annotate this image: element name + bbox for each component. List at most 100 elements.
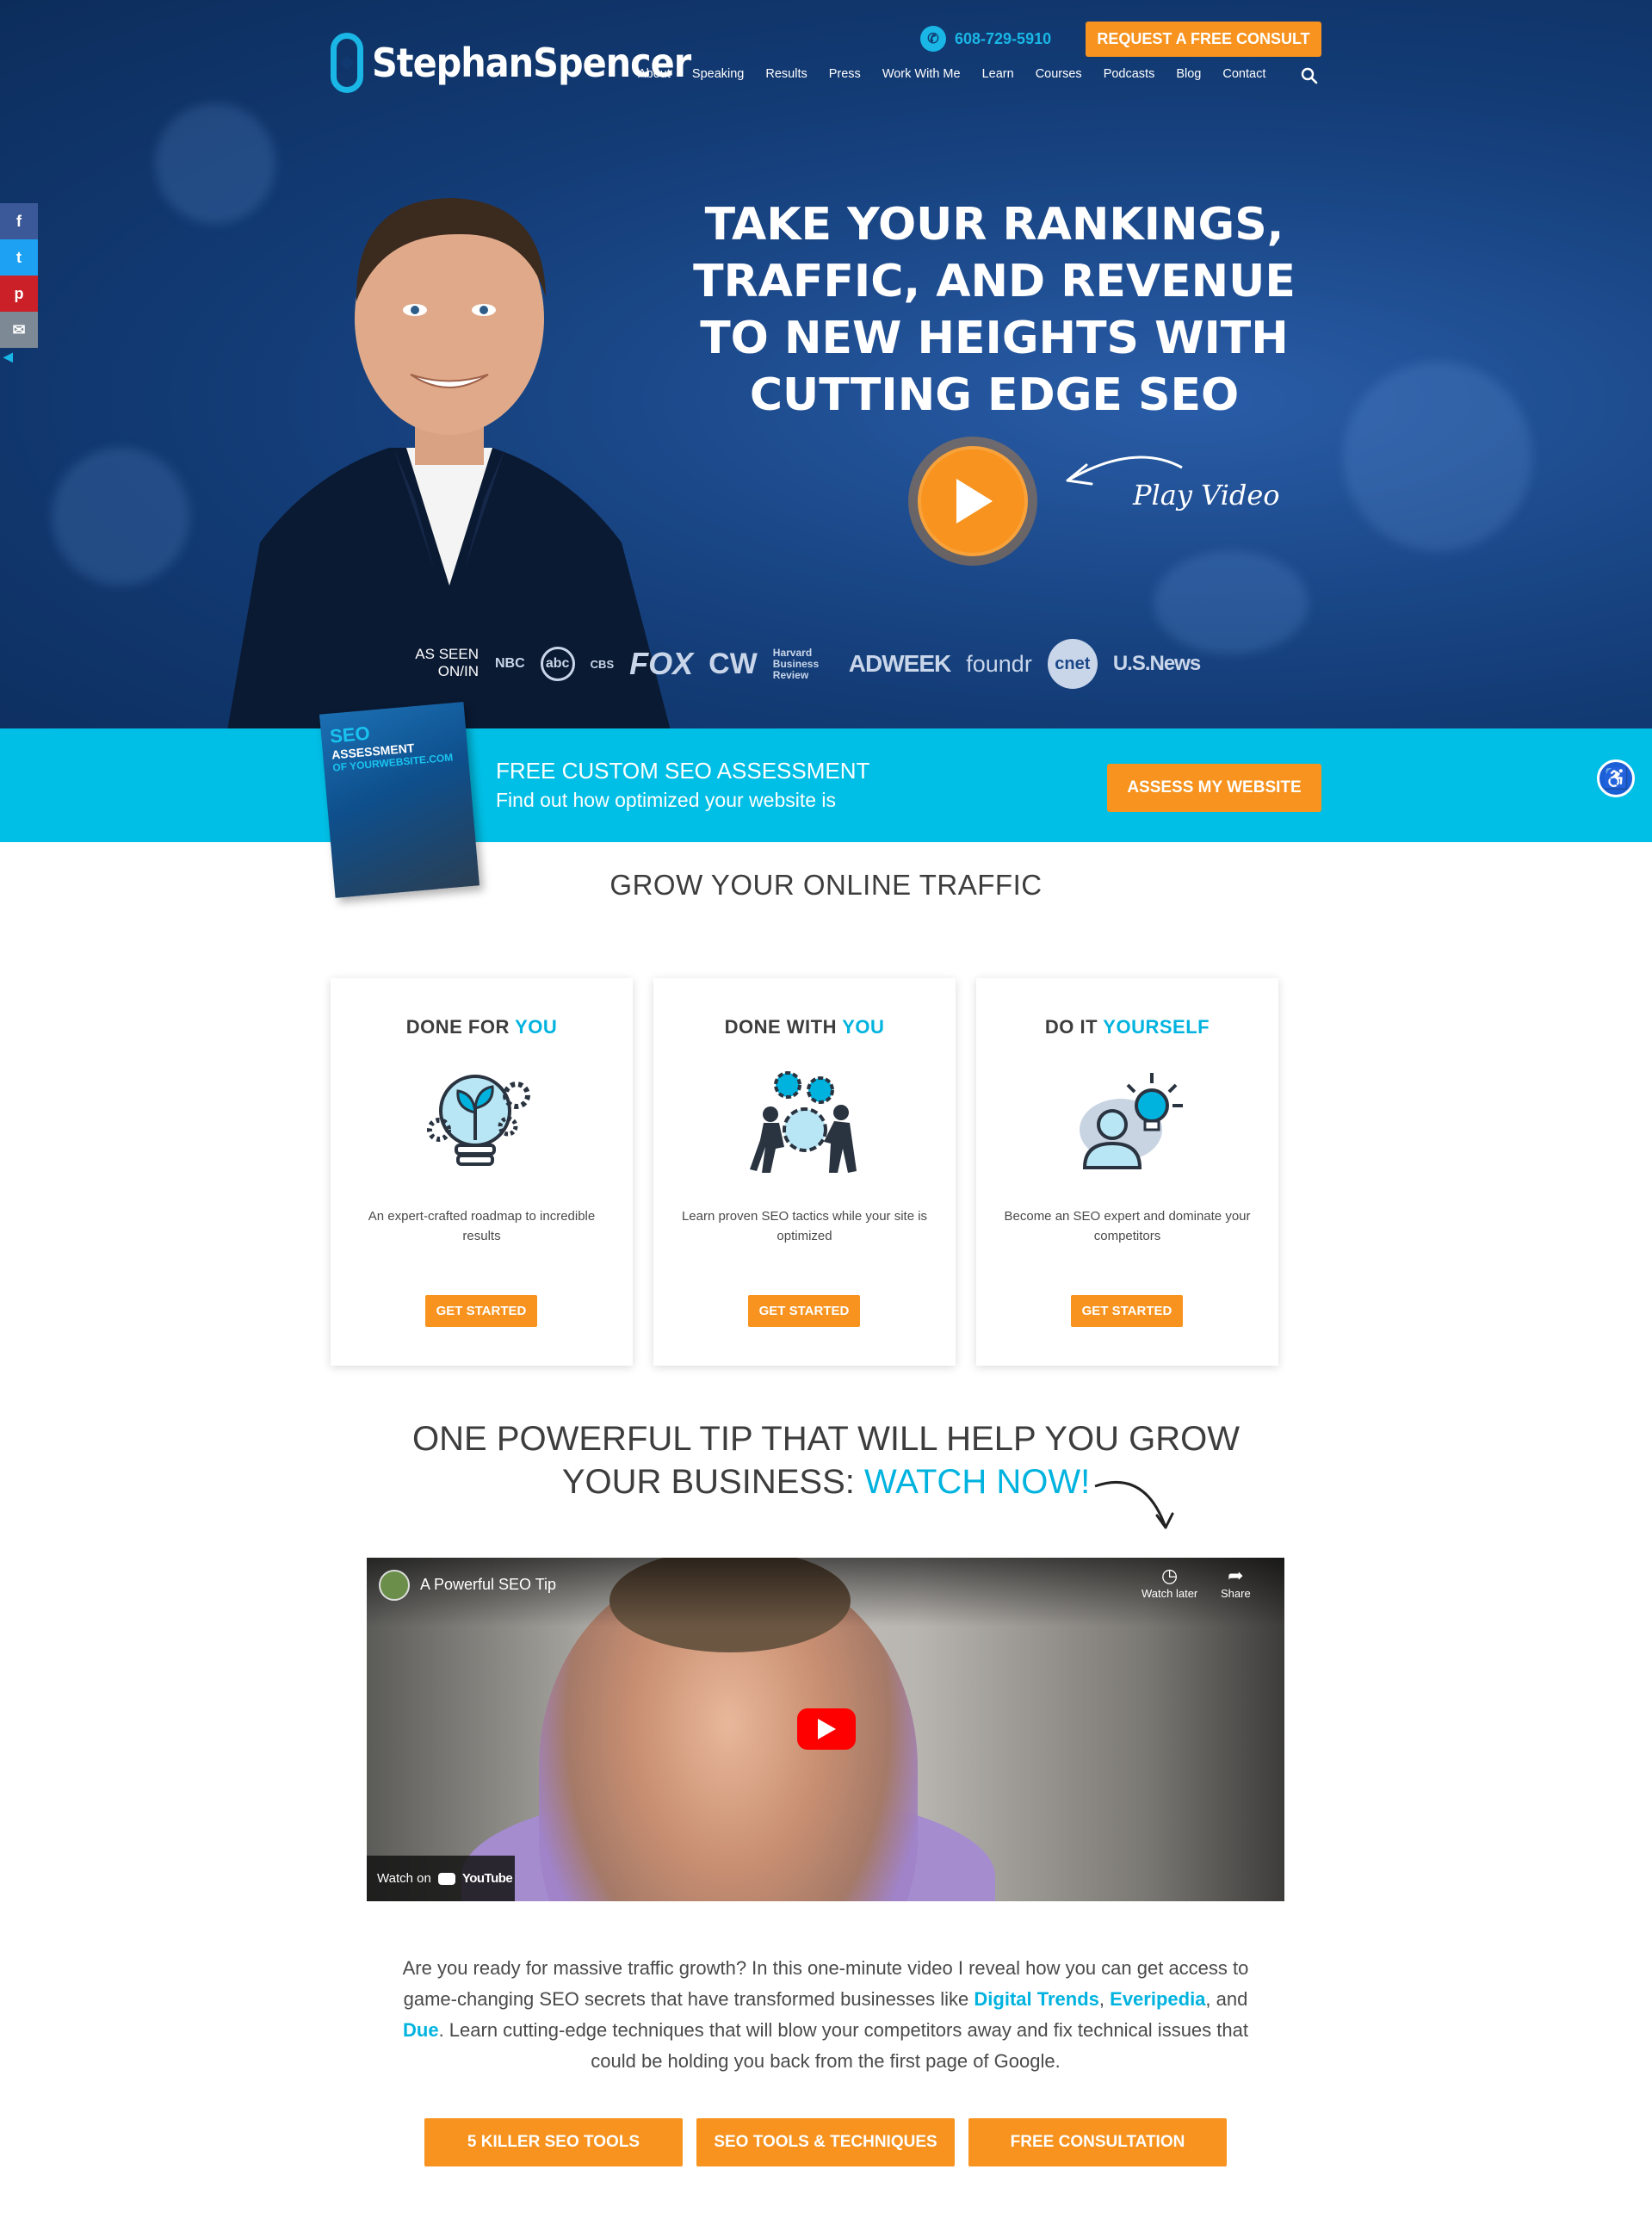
seo-tools-techniques-button[interactable]: SEO TOOLS & TECHNIQUES [696, 2118, 955, 2166]
watch-on-youtube-button[interactable]: Watch on YouTube [367, 1856, 515, 1901]
hbr-logo: Harvard Business Review [772, 646, 820, 681]
nav-item-work-with-me[interactable]: Work With Me [882, 67, 961, 81]
play-icon [956, 479, 993, 524]
main-nav: About Speaking Results Press Work With M… [638, 67, 1287, 81]
hero-play-button[interactable] [908, 437, 1037, 566]
share-control[interactable]: ➦ Share [1221, 1565, 1251, 1600]
get-started-button[interactable]: GET STARTED [425, 1295, 537, 1327]
play-icon [818, 1719, 836, 1739]
lightbulb-plant-icon [426, 1075, 530, 1166]
nav-item-podcasts[interactable]: Podcasts [1104, 67, 1155, 81]
video-description: Are you ready for massive traffic growth… [399, 1953, 1252, 2077]
accessibility-icon[interactable]: ♿ [1597, 759, 1635, 797]
video-title[interactable]: A Powerful SEO Tip [420, 1576, 556, 1594]
nav-item-learn[interactable]: Learn [982, 67, 1014, 81]
abc-logo: abc [540, 647, 575, 681]
nav-item-contact[interactable]: Contact [1222, 67, 1265, 81]
watch-on-label: Watch on [377, 1871, 431, 1886]
hero-section: StephanSpencer ✆ 608-729-5910 REQUEST A … [0, 0, 1652, 728]
card-title: DO IT YOURSELF [976, 1016, 1278, 1038]
tip-line-2: YOUR BUSINESS: WATCH NOW! [0, 1460, 1652, 1503]
youtube-play-button[interactable] [797, 1708, 856, 1750]
request-consult-button[interactable]: REQUEST A FREE CONSULT [1086, 22, 1321, 57]
card-title-highlight: YOU [842, 1016, 885, 1038]
tip-line-1: ONE POWERFUL TIP THAT WILL HELP YOU GROW [412, 1420, 1240, 1458]
person-idea-icon [1079, 1073, 1183, 1169]
link-everipedia[interactable]: Everipedia [1110, 1988, 1205, 2010]
card-do-it-yourself: DO IT YOURSELF Become an SEO expert and … [976, 978, 1278, 1366]
facebook-icon[interactable]: f [0, 203, 38, 239]
description-text: , and [1205, 1988, 1248, 2010]
free-consultation-button[interactable]: FREE CONSULTATION [968, 2118, 1227, 2166]
usnews-logo: U.S.News [1112, 652, 1201, 675]
foundr-logo: foundr [966, 650, 1032, 677]
killer-seo-tools-button[interactable]: 5 KILLER SEO TOOLS [424, 2118, 683, 2166]
search-icon[interactable] [1301, 67, 1318, 84]
link-due[interactable]: Due [403, 2019, 439, 2041]
nav-item-results[interactable]: Results [765, 67, 807, 81]
cnet-logo: cnet [1047, 639, 1098, 689]
get-started-button[interactable]: GET STARTED [748, 1295, 860, 1327]
nav-item-press[interactable]: Press [829, 67, 861, 81]
play-video-label[interactable]: Play Video [1133, 479, 1280, 511]
card-title-highlight: YOU [515, 1016, 558, 1038]
card-description: An expert-crafted roadmap to incredible … [368, 1209, 596, 1243]
nav-item-speaking[interactable]: Speaking [692, 67, 744, 81]
assess-my-website-button[interactable]: ASSESS MY WEBSITE [1107, 764, 1321, 812]
pinterest-icon[interactable]: p [0, 276, 38, 312]
hero-headline: TAKE YOUR RANKINGS, TRAFFIC, AND REVENUE… [693, 199, 1296, 421]
get-started-button[interactable]: GET STARTED [1071, 1295, 1183, 1327]
cw-logo: CW [708, 647, 758, 680]
channel-avatar[interactable] [379, 1570, 410, 1601]
youtube-wordmark: YouTube [461, 1871, 513, 1886]
as-seen-label: AS SEEN ON/IN [415, 646, 479, 679]
card-title: DONE FOR YOU [331, 1016, 633, 1038]
cbs-logo: CBS [590, 657, 615, 671]
team-gears-icon [749, 1071, 857, 1173]
media-logos: NBC abc CBS FOX CW Harvard Business Revi… [495, 639, 1201, 689]
nav-item-courses[interactable]: Courses [1036, 67, 1082, 81]
nbc-logo: NBC [495, 656, 525, 671]
watch-later-label: Watch later [1142, 1587, 1198, 1600]
grow-heading: GROW YOUR ONLINE TRAFFIC [609, 869, 1043, 901]
assessment-title: FREE CUSTOM SEO ASSESSMENT [496, 758, 870, 784]
background-bokeh [1343, 362, 1532, 551]
youtube-video-embed[interactable]: A Powerful SEO Tip ◷ Watch later ➦ Share… [367, 1558, 1284, 1901]
card-description: Become an SEO expert and dominate your c… [1004, 1209, 1251, 1243]
twitter-icon[interactable]: t [0, 239, 38, 276]
share-label: Share [1221, 1587, 1251, 1600]
social-share-bar: f t p ✉ ◀ [0, 203, 38, 365]
nav-item-blog[interactable]: Blog [1176, 67, 1201, 81]
tip-line-2-text: YOUR BUSINESS: [561, 1463, 865, 1501]
header-phone[interactable]: ✆ 608-729-5910 [920, 26, 1051, 52]
site-logo[interactable]: StephanSpencer [331, 33, 691, 93]
card-title: DONE WITH YOU [653, 1016, 956, 1038]
phone-number: 608-729-5910 [955, 29, 1052, 47]
share-icon: ➦ [1228, 1565, 1244, 1586]
down-arrow-icon [1094, 1481, 1174, 1529]
card-description: Learn proven SEO tactics while your site… [681, 1209, 928, 1243]
fox-logo: FOX [629, 646, 694, 681]
adweek-logo: ADWEEK [848, 650, 951, 677]
assessment-subtitle: Find out how optimized your website is [496, 789, 837, 811]
card-title-highlight: YOURSELF [1103, 1016, 1210, 1038]
watch-later-control[interactable]: ◷ Watch later [1142, 1565, 1197, 1600]
card-done-with-you: DONE WITH YOU Learn proven SEO tactics w… [653, 978, 956, 1366]
assessment-band [0, 728, 1652, 842]
collapse-share-icon[interactable]: ◀ [0, 348, 38, 365]
card-title-text: DO IT [1044, 1016, 1104, 1038]
clock-icon: ◷ [1161, 1565, 1179, 1586]
description-text: . Learn cutting-edge techniques that wil… [438, 2019, 1248, 2072]
card-title-text: DONE FOR [405, 1016, 516, 1038]
card-title-text: DONE WITH [724, 1016, 843, 1038]
background-bokeh [52, 448, 189, 586]
link-digital-trends[interactable]: Digital Trends [974, 1988, 1098, 2010]
description-text: , [1098, 1988, 1111, 2010]
tip-heading: ONE POWERFUL TIP THAT WILL HELP YOU GROW… [0, 1417, 1652, 1503]
nav-item-about[interactable]: About [638, 67, 671, 81]
phone-icon: ✆ [920, 26, 946, 52]
card-done-for-you: DONE FOR YOU An expert-crafted roadmap t… [331, 978, 633, 1366]
email-icon[interactable]: ✉ [0, 312, 38, 348]
logo-s-icon [331, 33, 363, 93]
youtube-logo-icon [437, 1872, 455, 1885]
